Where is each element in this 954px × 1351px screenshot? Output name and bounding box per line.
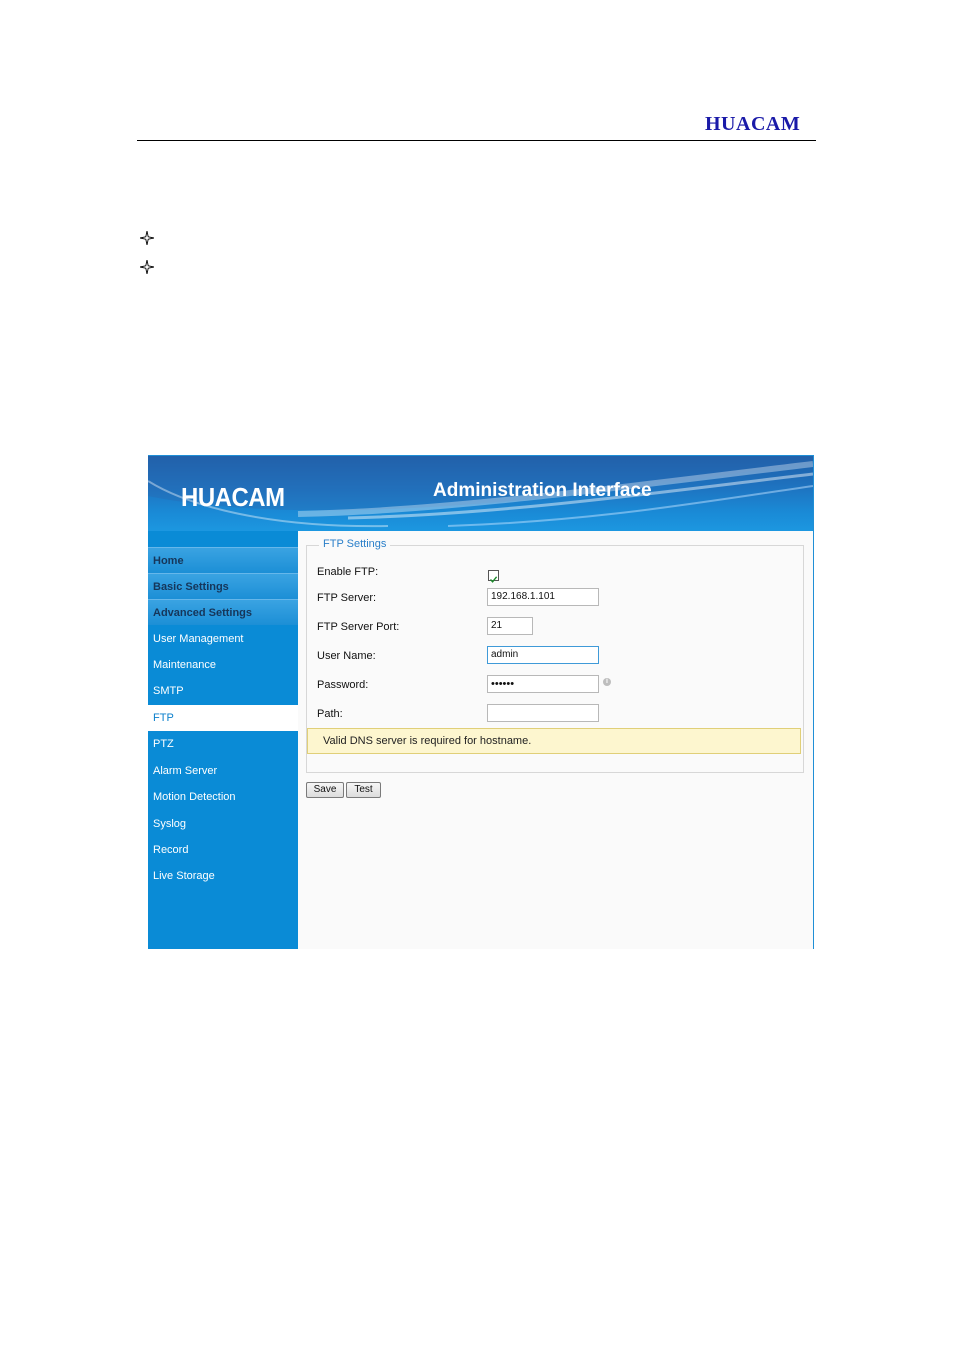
sidebar-item-advanced-settings[interactable]: Advanced Settings xyxy=(148,599,298,625)
four-point-star-icon xyxy=(140,260,154,274)
test-button[interactable]: Test xyxy=(346,782,381,798)
sidebar-item-home[interactable]: Home xyxy=(148,547,298,573)
page-title: Administration Interface xyxy=(433,480,652,501)
info-icon: i xyxy=(603,678,611,686)
sidebar-item-ftp[interactable]: FTP xyxy=(148,705,298,731)
admin-interface-screenshot: HUACAM Administration Interface Home Bas… xyxy=(148,455,814,949)
enable-ftp-label: Enable FTP: xyxy=(317,566,379,578)
ftp-server-input[interactable]: 192.168.1.101 xyxy=(487,588,599,606)
path-input[interactable] xyxy=(487,704,599,722)
path-label: Path: xyxy=(317,708,343,720)
checkmark-icon xyxy=(489,576,498,583)
document-header-logo: HUACAM xyxy=(705,113,801,135)
sidebar-item-alarm-server[interactable]: Alarm Server xyxy=(148,758,298,784)
fieldset-legend: FTP Settings xyxy=(319,538,391,550)
sidebar-item-smtp[interactable]: SMTP xyxy=(148,678,298,704)
sidebar-item-user-management[interactable]: User Management xyxy=(148,626,298,652)
user-name-label: User Name: xyxy=(317,650,376,662)
dns-notice: Valid DNS server is required for hostnam… xyxy=(307,728,801,754)
password-input[interactable]: •••••• xyxy=(487,675,599,693)
brand-logo: HUACAM xyxy=(181,482,285,512)
sidebar-item-record[interactable]: Record xyxy=(148,837,298,863)
banner: HUACAM Administration Interface xyxy=(148,456,813,531)
sidebar-item-maintenance[interactable]: Maintenance xyxy=(148,652,298,678)
main-content: FTP Settings Enable FTP: FTP Server: 192… xyxy=(298,531,813,949)
ftp-settings-fieldset: FTP Settings Enable FTP: FTP Server: 192… xyxy=(306,538,804,773)
four-point-star-icon xyxy=(140,231,154,245)
save-button[interactable]: Save xyxy=(306,782,344,798)
ftp-server-port-input[interactable]: 21 xyxy=(487,617,533,635)
sidebar-item-syslog[interactable]: Syslog xyxy=(148,811,298,837)
ftp-server-label: FTP Server: xyxy=(317,592,377,604)
header-rule xyxy=(137,140,816,141)
password-label: Password: xyxy=(317,679,369,691)
sidebar-item-ptz[interactable]: PTZ xyxy=(148,731,298,757)
sidebar: Home Basic Settings Advanced Settings Us… xyxy=(148,531,298,949)
sidebar-item-motion-detection[interactable]: Motion Detection xyxy=(148,784,298,810)
sidebar-item-basic-settings[interactable]: Basic Settings xyxy=(148,573,298,599)
enable-ftp-checkbox[interactable] xyxy=(488,570,499,583)
sidebar-item-live-storage[interactable]: Live Storage xyxy=(148,863,298,889)
ftp-server-port-label: FTP Server Port: xyxy=(317,621,400,633)
user-name-input[interactable]: admin xyxy=(487,646,599,664)
